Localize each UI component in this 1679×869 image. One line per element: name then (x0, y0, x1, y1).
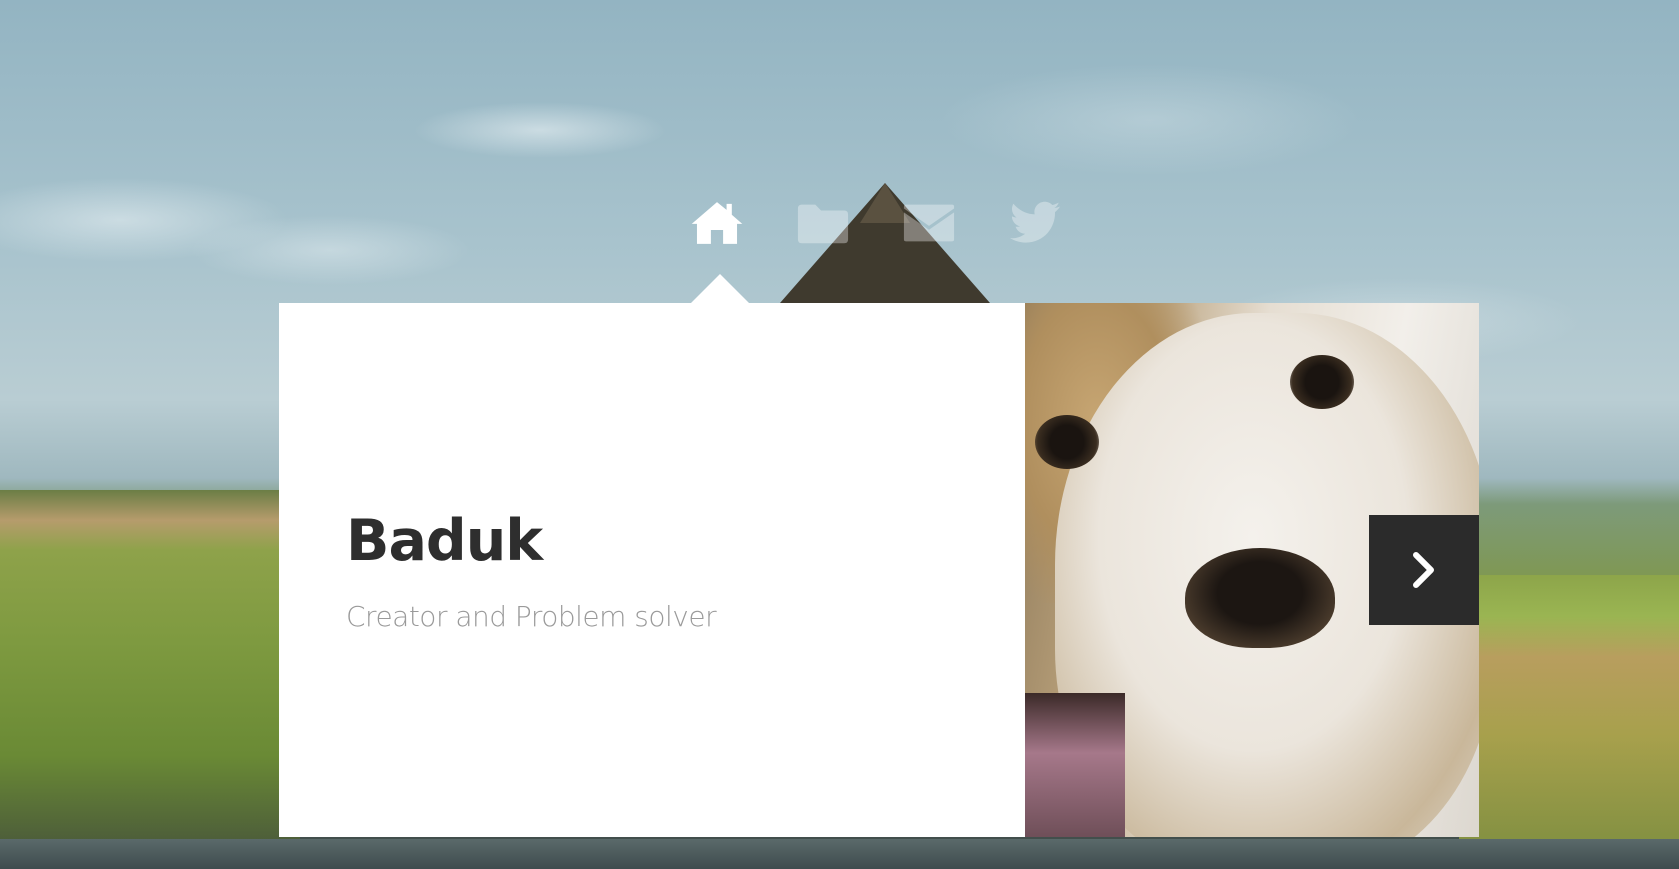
nav-item-twitter[interactable] (1008, 198, 1062, 248)
main-nav (690, 198, 1062, 248)
mail-icon (903, 204, 955, 242)
twitter-icon (1010, 201, 1060, 243)
grass-field-left (0, 490, 300, 869)
dog-nose (1185, 548, 1335, 648)
dog-eye-left (1035, 415, 1099, 469)
dog-mouth (1025, 693, 1125, 837)
background-scene: Baduk Creator and Problem solver (0, 0, 1679, 869)
profile-card: Baduk Creator and Problem solver (279, 303, 1479, 837)
dog-eye-right (1290, 355, 1354, 409)
nav-item-home[interactable] (690, 198, 744, 248)
folder-icon (797, 204, 849, 244)
profile-photo (1025, 303, 1479, 837)
nav-active-pointer (690, 274, 750, 304)
profile-tagline: Creator and Problem solver (346, 600, 717, 633)
grass-field-right (1459, 575, 1679, 869)
water-stream (0, 839, 1679, 869)
nav-item-folder[interactable] (796, 198, 850, 248)
profile-text-panel: Baduk Creator and Problem solver (279, 303, 1025, 837)
home-icon (691, 202, 743, 244)
nav-item-mail[interactable] (902, 198, 956, 248)
chevron-right-icon (1413, 552, 1434, 588)
next-slide-button[interactable] (1369, 515, 1479, 625)
profile-name: Baduk (346, 508, 543, 574)
